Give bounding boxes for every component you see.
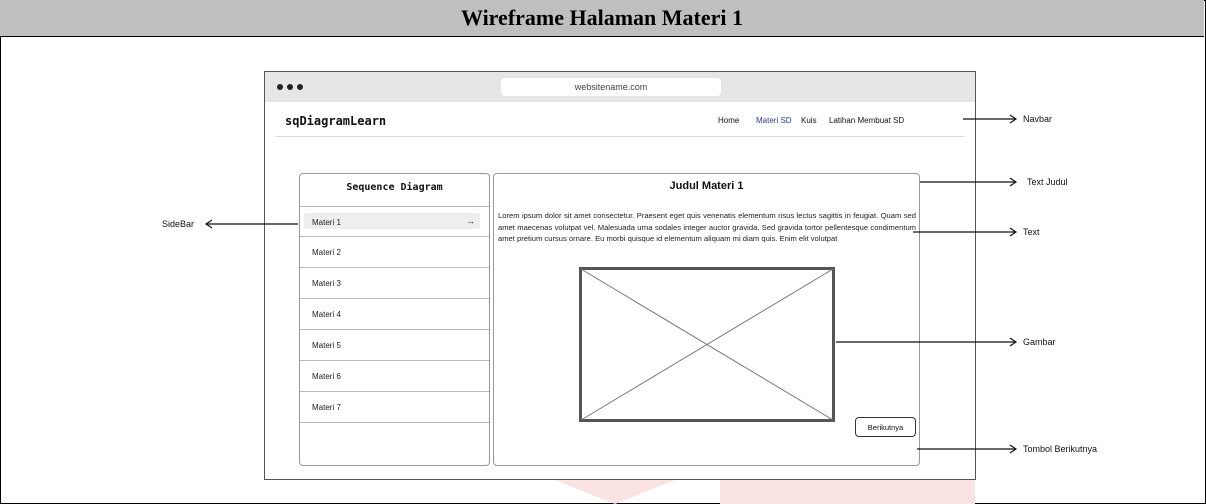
annotation-text: Text bbox=[1023, 227, 1040, 237]
annotation-tombol-berikutnya: Tombol Berikutnya bbox=[1023, 444, 1098, 454]
annotation-arrows bbox=[204, 114, 1018, 454]
annotation-sidebar: SideBar bbox=[162, 219, 195, 229]
annotation-text-judul: Text Judul bbox=[1027, 177, 1068, 187]
annotation-gambar: Gambar bbox=[1023, 337, 1056, 347]
annotation-navbar: Navbar bbox=[1023, 114, 1053, 124]
